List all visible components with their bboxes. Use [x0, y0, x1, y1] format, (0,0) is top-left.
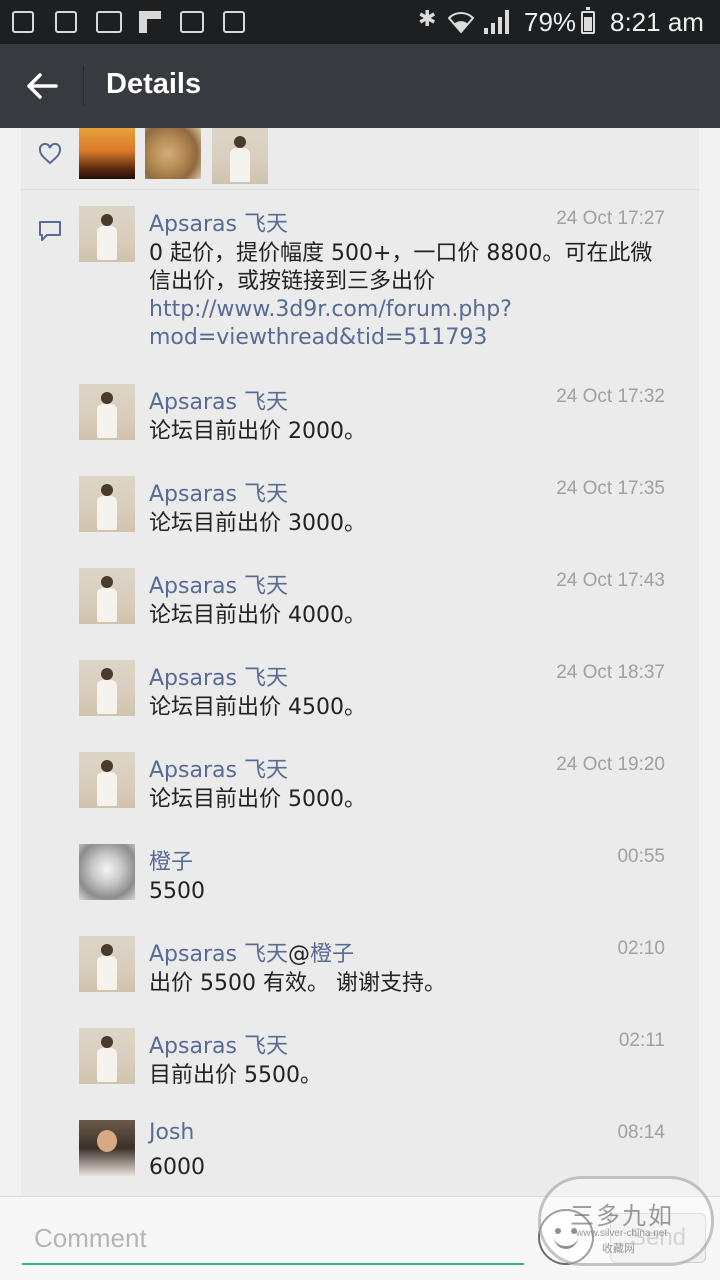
comment-text: 论坛目前出价 5000。: [149, 787, 366, 812]
avatar[interactable]: [79, 660, 135, 716]
email-icon: [96, 11, 122, 33]
battery-icon: [581, 7, 595, 34]
comment-author[interactable]: Apsaras 飞天: [149, 384, 288, 416]
status-bar: ✱ 79% 8:21 am: [0, 0, 720, 44]
emoji-icon[interactable]: [538, 1209, 594, 1265]
like-avatar[interactable]: [212, 128, 268, 184]
header-divider: [83, 66, 84, 106]
gallery-icon: [223, 11, 245, 33]
comment-item[interactable]: Josh 08:14 6000: [79, 1120, 679, 1190]
comment-item[interactable]: Apsaras 飞天 24 Oct 17:43 论坛目前出价 4000。: [79, 568, 679, 638]
comment-text: 论坛目前出价 4500。: [149, 695, 366, 720]
comment-author[interactable]: Josh: [149, 1120, 194, 1145]
heart-icon: [38, 142, 62, 165]
comment-text: 0 起价，提价幅度 500+，一口价 8800。可在此微信出价，或按链接到三多出…: [149, 241, 653, 350]
comment-author[interactable]: Apsaras 飞天: [149, 568, 288, 600]
comment-time: 02:10: [617, 938, 665, 959]
interaction-panel: Apsaras 飞天 24 Oct 17:27 0 起价，提价幅度 500+，一…: [21, 128, 699, 1196]
avatar[interactable]: [79, 1028, 135, 1084]
arrow-left-icon[interactable]: [20, 64, 64, 108]
signal-icon: [484, 10, 510, 34]
comment-item[interactable]: Apsaras 飞天 24 Oct 17:35 论坛目前出价 3000。: [79, 476, 679, 546]
flipboard-icon: [139, 11, 161, 33]
comment-link[interactable]: http://www.3d9r.com/forum.php?mod=viewth…: [149, 297, 512, 350]
comment-time: 24 Oct 17:43: [556, 570, 665, 591]
comment-author[interactable]: Apsaras 飞天: [149, 1028, 288, 1060]
comment-author[interactable]: Apsaras 飞天: [149, 752, 288, 784]
comment-time: 08:14: [617, 1122, 665, 1143]
comment-icon: [39, 221, 61, 241]
comment-item[interactable]: Apsaras 飞天 24 Oct 17:32 论坛目前出价 2000。: [79, 384, 679, 454]
comment-author[interactable]: Apsaras 飞天@橙子: [149, 936, 354, 968]
comment-input[interactable]: [22, 1213, 524, 1265]
avatar[interactable]: [79, 476, 135, 532]
battery-percent: 79%: [524, 7, 577, 37]
comment-bar: Send: [0, 1196, 720, 1280]
gallery-icon: [55, 11, 77, 33]
likes-row: [21, 128, 699, 190]
comment-author[interactable]: Apsaras 飞天: [149, 660, 288, 692]
comment-text: 5500: [149, 879, 205, 904]
comment-time: 24 Oct 17:32: [556, 386, 665, 407]
comment-time: 00:55: [617, 846, 665, 867]
comment-text: 6000: [149, 1155, 205, 1180]
avatar[interactable]: [79, 844, 135, 900]
comment-text: 论坛目前出价 3000。: [149, 511, 366, 536]
comment-item[interactable]: Apsaras 飞天 24 Oct 19:20 论坛目前出价 5000。: [79, 752, 679, 822]
details-content[interactable]: Apsaras 飞天 24 Oct 17:27 0 起价，提价幅度 500+，一…: [0, 128, 720, 1196]
comment-item[interactable]: Apsaras 飞天 24 Oct 18:37 论坛目前出价 4500。: [79, 660, 679, 730]
wifi-icon: [448, 12, 474, 34]
comment-text: 论坛目前出价 4000。: [149, 603, 366, 628]
comment-item[interactable]: Apsaras 飞天 02:11 目前出价 5500。: [79, 1028, 679, 1098]
comment-item[interactable]: 橙子 00:55 5500: [79, 844, 679, 914]
mail-forward-icon: [180, 11, 204, 33]
comment-author[interactable]: 橙子: [149, 844, 193, 876]
comment-time: 24 Oct 17:35: [556, 478, 665, 499]
sim-icon: [12, 11, 34, 33]
comment-time: 02:11: [618, 1030, 665, 1051]
avatar[interactable]: [79, 384, 135, 440]
app-header: Details: [0, 44, 720, 128]
comment-time: 24 Oct 18:37: [556, 662, 665, 683]
comment-author[interactable]: Apsaras 飞天: [149, 476, 288, 508]
comment-time: 24 Oct 19:20: [556, 754, 665, 775]
comment-text: 论坛目前出价 2000。: [149, 419, 366, 444]
comment-item[interactable]: Apsaras 飞天@橙子 02:10 出价 5500 有效。 谢谢支持。: [79, 936, 679, 1006]
avatar[interactable]: [79, 752, 135, 808]
avatar[interactable]: [79, 206, 135, 262]
comment-text: 目前出价 5500。: [149, 1063, 322, 1088]
comment-text: 出价 5500 有效。 谢谢支持。: [149, 971, 446, 996]
page-title: Details: [106, 68, 202, 100]
comment-item[interactable]: Apsaras 飞天 24 Oct 17:27 0 起价，提价幅度 500+，一…: [79, 206, 679, 356]
avatar[interactable]: [79, 568, 135, 624]
like-avatar[interactable]: [79, 128, 135, 179]
clock: 8:21 am: [610, 7, 704, 37]
reply-target[interactable]: 橙子: [310, 942, 354, 967]
comment-author[interactable]: Apsaras 飞天: [149, 206, 288, 238]
like-avatar[interactable]: [145, 128, 201, 179]
avatar[interactable]: [79, 936, 135, 992]
comment-time: 24 Oct 17:27: [556, 208, 665, 229]
avatar[interactable]: [79, 1120, 135, 1176]
bluetooth-icon: ✱: [418, 7, 437, 32]
send-button[interactable]: Send: [610, 1213, 706, 1263]
